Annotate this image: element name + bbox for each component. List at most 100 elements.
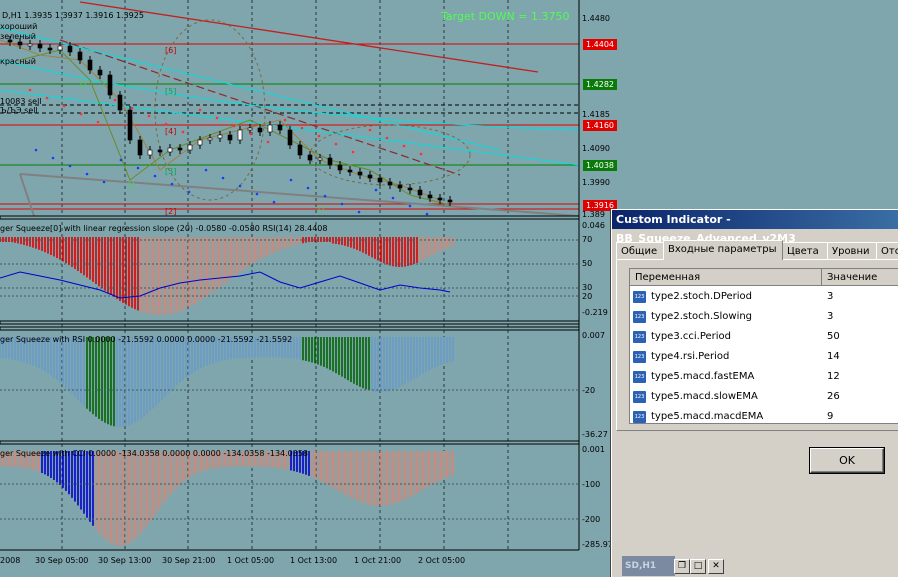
sell-dot (96, 120, 100, 124)
price-tick: 1.4090 (582, 144, 610, 153)
candle-body (27, 43, 33, 47)
candle-body (277, 124, 283, 131)
candle-body (147, 149, 153, 156)
tab-general[interactable]: Общие (616, 242, 664, 260)
candle-body (77, 51, 83, 61)
panel3-title: ger Squeeze with CCI 0.0000 -134.0358 0.… (0, 449, 309, 458)
time-tick: 1 Oct 13:00 (290, 556, 338, 565)
time-tick: 1 Oct 21:00 (354, 556, 402, 565)
sell-dot (181, 130, 185, 134)
candle-body (357, 171, 363, 176)
sell-dot (198, 108, 202, 112)
column-value[interactable]: Значение (822, 269, 898, 286)
sell-dot (351, 150, 355, 154)
buy-dot (68, 164, 72, 168)
p1-axis: 30 (582, 283, 593, 292)
param-value[interactable]: 3 (827, 307, 833, 327)
tab-colors[interactable]: Цвета (782, 242, 828, 260)
restore-icon[interactable]: ❐ (674, 559, 690, 574)
side-note-2: Ъ/ЪЭ sell (0, 106, 38, 115)
param-value[interactable]: 26 (827, 387, 840, 407)
candle-body (377, 177, 383, 183)
buy-dot (272, 200, 276, 204)
tab-levels[interactable]: Уровни (827, 242, 877, 260)
dialog-title-bar[interactable]: Custom Indicator - BB_Squeeze_Advanced_v… (612, 210, 898, 245)
buy-dot (153, 174, 157, 178)
param-row[interactable]: 123 type2.stoch.Slowing 3 (630, 307, 898, 327)
p1-axis: -0.219 (582, 308, 608, 317)
buy-dot (170, 182, 174, 186)
p3-axis: -100 (582, 480, 601, 489)
candle-body (137, 139, 143, 156)
candle-body (237, 129, 243, 141)
param-row[interactable]: 123 type5.macd.slowEMA 26 (630, 387, 898, 407)
candle-body (287, 129, 293, 146)
tab-input-params[interactable]: Входные параметры (663, 240, 783, 260)
buy-dot (357, 210, 361, 214)
level-tag-2: [2] (165, 207, 177, 216)
candle-body (177, 147, 183, 151)
candle-body (437, 197, 443, 201)
param-row[interactable]: 123 type5.macd.fastEMA 12 (630, 367, 898, 387)
column-variable[interactable]: Переменная (630, 269, 822, 286)
candle-body (207, 137, 213, 141)
squeeze-cci-histogram (0, 451, 454, 546)
param-name: type4.rsi.Period (651, 351, 730, 362)
buy-dot (323, 194, 327, 198)
candle-body (197, 139, 203, 146)
level-tag-5: [5] (165, 87, 177, 96)
buy-dot (374, 188, 378, 192)
ok-button[interactable]: OK (809, 447, 885, 474)
p1-axis: 70 (582, 235, 593, 244)
buy-dot (85, 172, 89, 176)
window-taskbar: SD,H1 ❐ □ ✕ (622, 556, 898, 576)
param-value[interactable]: 12 (827, 367, 840, 387)
input-params-panel: Переменная Значение 123 type2.stoch.DPeri… (616, 259, 898, 431)
sell-dot (402, 144, 406, 148)
buy-dot (204, 168, 208, 172)
param-value[interactable]: 9 (827, 407, 833, 423)
close-icon[interactable]: ✕ (708, 559, 724, 574)
candle-body (37, 43, 43, 49)
buy-dot (34, 148, 38, 152)
param-row[interactable]: 123 type2.stoch.DPeriod 3 (630, 287, 898, 307)
sell-dot (368, 128, 372, 132)
sell-dot (249, 132, 253, 136)
candle-body (87, 59, 93, 71)
sell-dot (317, 134, 321, 138)
candle-body (417, 189, 423, 196)
numeric-param-icon: 123 (633, 291, 646, 303)
numeric-param-icon: 123 (633, 311, 646, 323)
candle-body (17, 41, 23, 46)
param-row[interactable]: 123 type5.macd.macdEMA 9 (630, 407, 898, 423)
candle-body (407, 187, 413, 191)
candle-body (117, 94, 123, 111)
param-value[interactable]: 50 (827, 327, 840, 347)
buy-dot (119, 158, 123, 162)
price-tick: 1.4185 (582, 110, 610, 119)
window-tab-label[interactable]: SD,H1 (622, 556, 675, 576)
maximize-icon[interactable]: □ (690, 559, 706, 574)
tab-display[interactable]: Отс (876, 242, 898, 260)
p1-axis: 20 (582, 292, 593, 301)
candle-body (387, 181, 393, 186)
buy-dot (408, 204, 412, 208)
candle-body (337, 164, 343, 171)
buy-dot (391, 196, 395, 200)
params-grid[interactable]: Переменная Значение 123 type2.stoch.DPeri… (629, 268, 898, 424)
param-value[interactable]: 14 (827, 347, 840, 367)
price-tick: 1.389 (582, 210, 605, 219)
param-value[interactable]: 3 (827, 287, 833, 307)
sell-dot (334, 142, 338, 146)
param-name: type3.cci.Period (651, 331, 732, 342)
wave-tag-1: [] (80, 80, 87, 89)
p1-axis: 0.046 (582, 221, 605, 230)
candle-body (317, 157, 323, 161)
candle-body (157, 149, 163, 153)
param-name: type2.stoch.Slowing (651, 311, 753, 322)
custom-indicator-dialog[interactable]: Custom Indicator - BB_Squeeze_Advanced_v… (611, 209, 898, 577)
param-row[interactable]: 123 type3.cci.Period 50 (630, 327, 898, 347)
p2-axis: -20 (582, 386, 596, 395)
param-row[interactable]: 123 type4.rsi.Period 14 (630, 347, 898, 367)
legend-line-2: зеленый (0, 32, 36, 41)
